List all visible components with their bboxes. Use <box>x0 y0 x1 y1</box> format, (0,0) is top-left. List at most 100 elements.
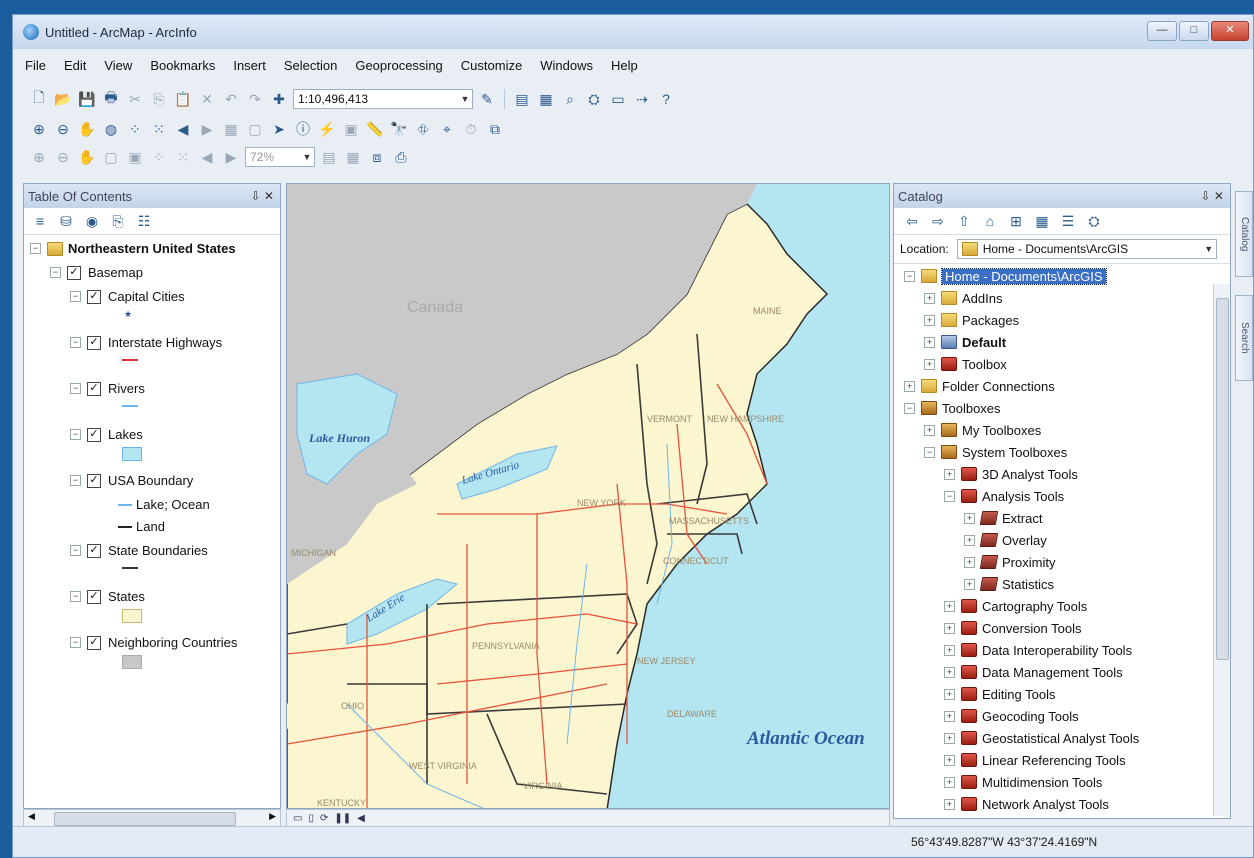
layer-checkbox[interactable]: ✓ <box>87 635 101 650</box>
catalog-item-home[interactable]: − Home - Documents\ArcGIS <box>904 266 1107 286</box>
search-side-tab[interactable]: Search <box>1235 295 1253 381</box>
editor-toolbar-icon[interactable]: ✎ <box>477 89 497 109</box>
table-of-contents-icon[interactable]: ▤ <box>512 89 532 109</box>
zoom-out-icon[interactable]: ⊖ <box>53 119 73 139</box>
delete-icon[interactable]: ✕ <box>197 89 217 109</box>
expand-icon[interactable]: + <box>944 622 955 634</box>
catalog-item[interactable]: + Network Analyst Tools <box>944 794 1109 814</box>
zoom-100-icon[interactable]: ▣ <box>125 147 145 167</box>
fixed-zoom-in-layout-icon[interactable]: ⁘ <box>149 147 169 167</box>
catalog-item[interactable]: + Proximity <box>964 552 1055 572</box>
scroll-left-icon[interactable]: ◀ <box>357 813 365 824</box>
select-elements-icon[interactable]: ➤ <box>269 119 289 139</box>
arctoolbox-icon[interactable]: ⛭ <box>584 89 604 109</box>
collapse-icon[interactable]: − <box>70 383 81 394</box>
list-by-drawing-order-icon[interactable]: ≡ <box>30 211 50 231</box>
menu-help[interactable]: Help <box>611 58 638 73</box>
menu-bookmarks[interactable]: Bookmarks <box>150 58 215 73</box>
menu-customize[interactable]: Customize <box>461 58 522 73</box>
go-back-icon[interactable]: ◀ <box>197 147 217 167</box>
catalog-side-tab[interactable]: Catalog <box>1235 191 1253 277</box>
expand-icon[interactable]: + <box>944 600 955 612</box>
go-forward-icon[interactable]: ▶ <box>221 147 241 167</box>
collapse-icon[interactable]: − <box>30 243 41 254</box>
expand-icon[interactable]: + <box>964 512 975 524</box>
list-by-source-icon[interactable]: ⛁ <box>56 211 76 231</box>
catalog-item[interactable]: + Editing Tools <box>944 684 1055 704</box>
collapse-icon[interactable]: − <box>70 591 81 602</box>
back-extent-icon[interactable]: ◀ <box>173 119 193 139</box>
catalog-item[interactable]: + Cartography Tools <box>944 596 1087 616</box>
collapse-icon[interactable]: − <box>70 291 81 302</box>
toc-group-row[interactable]: − Northeastern United States <box>30 241 236 256</box>
scroll-left-icon[interactable]: ◀ <box>28 811 35 822</box>
change-layout-icon[interactable]: ⧈ <box>367 147 387 167</box>
paste-icon[interactable]: 📋 <box>173 89 193 109</box>
collapse-icon[interactable]: − <box>924 446 935 458</box>
catalog-item[interactable]: + Default <box>924 332 1006 352</box>
data-view-icon[interactable]: ▭ <box>293 813 302 824</box>
collapse-icon[interactable]: − <box>70 475 81 486</box>
catalog-item[interactable]: − System Toolboxes <box>924 442 1067 462</box>
toc-layer-row[interactable]: − ✓ States <box>70 589 145 604</box>
catalog-item[interactable]: + Statistics <box>964 574 1054 594</box>
expand-icon[interactable]: + <box>964 534 975 546</box>
new-document-icon[interactable]: 🗋 <box>29 89 49 109</box>
expand-icon[interactable]: + <box>964 578 975 590</box>
pause-drawing-icon[interactable]: ❚❚ <box>334 813 351 824</box>
menu-geoprocessing[interactable]: Geoprocessing <box>355 58 442 73</box>
expand-icon[interactable]: + <box>944 732 955 744</box>
toc-horizontal-scrollbar[interactable]: ◀ ▶ <box>23 809 281 827</box>
catalog-item[interactable]: + Linear Referencing Tools <box>944 750 1126 770</box>
layer-checkbox[interactable]: ✓ <box>87 427 101 442</box>
layer-checkbox[interactable]: ✓ <box>67 265 81 280</box>
catalog-item[interactable]: + AddIns <box>924 288 1002 308</box>
menu-edit[interactable]: Edit <box>64 58 86 73</box>
redo-icon[interactable]: ↷ <box>245 89 265 109</box>
menu-file[interactable]: File <box>25 58 46 73</box>
layer-checkbox[interactable]: ✓ <box>87 589 101 604</box>
catalog-item[interactable]: − Analysis Tools <box>944 486 1064 506</box>
refresh-icon[interactable]: ⟳ <box>320 813 328 824</box>
collapse-icon[interactable]: − <box>70 637 81 648</box>
toc-layer-row[interactable]: − ✓ State Boundaries <box>70 543 208 558</box>
whats-this-icon[interactable]: ? <box>656 89 676 109</box>
expand-icon[interactable]: + <box>924 292 935 304</box>
toc-layer-row[interactable]: − ✓ Interstate Highways <box>70 335 222 350</box>
toc-layer-row[interactable]: − ✓ Rivers <box>70 381 145 396</box>
toc-layer-row[interactable]: − ✓ Basemap <box>50 265 143 280</box>
catalog-item[interactable]: + Packages <box>924 310 1019 330</box>
measure-icon[interactable]: 📏 <box>365 119 385 139</box>
menu-view[interactable]: View <box>104 58 132 73</box>
catalog-item[interactable]: + Folder Connections <box>904 376 1055 396</box>
close-button[interactable]: ✕ <box>1211 21 1249 41</box>
catalog-item[interactable]: + Geostatistical Analyst Tools <box>944 728 1139 748</box>
launch-arccatalog-icon[interactable]: ⛭ <box>1084 211 1104 231</box>
catalog-item[interactable]: + Multidimension Tools <box>944 772 1102 792</box>
expand-icon[interactable]: + <box>944 710 955 722</box>
list-by-selection-icon[interactable]: ⎘ <box>108 211 128 231</box>
model-builder-icon[interactable]: ⇢ <box>632 89 652 109</box>
layer-checkbox[interactable]: ✓ <box>87 543 101 558</box>
expand-icon[interactable]: + <box>924 336 935 348</box>
save-icon[interactable]: 💾 <box>77 89 97 109</box>
home-folder-icon[interactable]: ⌂ <box>980 211 1000 231</box>
layer-checkbox[interactable]: ✓ <box>87 289 101 304</box>
catalog-item[interactable]: + Geocoding Tools <box>944 706 1079 726</box>
forward-extent-icon[interactable]: ▶ <box>197 119 217 139</box>
toggle-contents-icon[interactable]: ▦ <box>1032 211 1052 231</box>
pan-icon[interactable]: ✋ <box>77 119 97 139</box>
layer-checkbox[interactable]: ✓ <box>87 473 101 488</box>
add-data-icon[interactable]: ✚ <box>269 89 289 109</box>
layout-zoom-in-icon[interactable]: ⊕ <box>29 147 49 167</box>
scrollbar-thumb[interactable] <box>54 812 236 826</box>
hyperlink-icon[interactable]: ⚡ <box>317 119 337 139</box>
expand-icon[interactable]: + <box>944 798 955 810</box>
menu-insert[interactable]: Insert <box>233 58 266 73</box>
expand-icon[interactable]: + <box>924 314 935 326</box>
expand-icon[interactable]: + <box>964 556 975 568</box>
select-features-icon[interactable]: ▦ <box>221 119 241 139</box>
identify-icon[interactable]: ⓘ <box>293 119 313 139</box>
catalog-item[interactable]: + Overlay <box>964 530 1047 550</box>
catalog-vertical-scrollbar[interactable] <box>1213 284 1230 816</box>
